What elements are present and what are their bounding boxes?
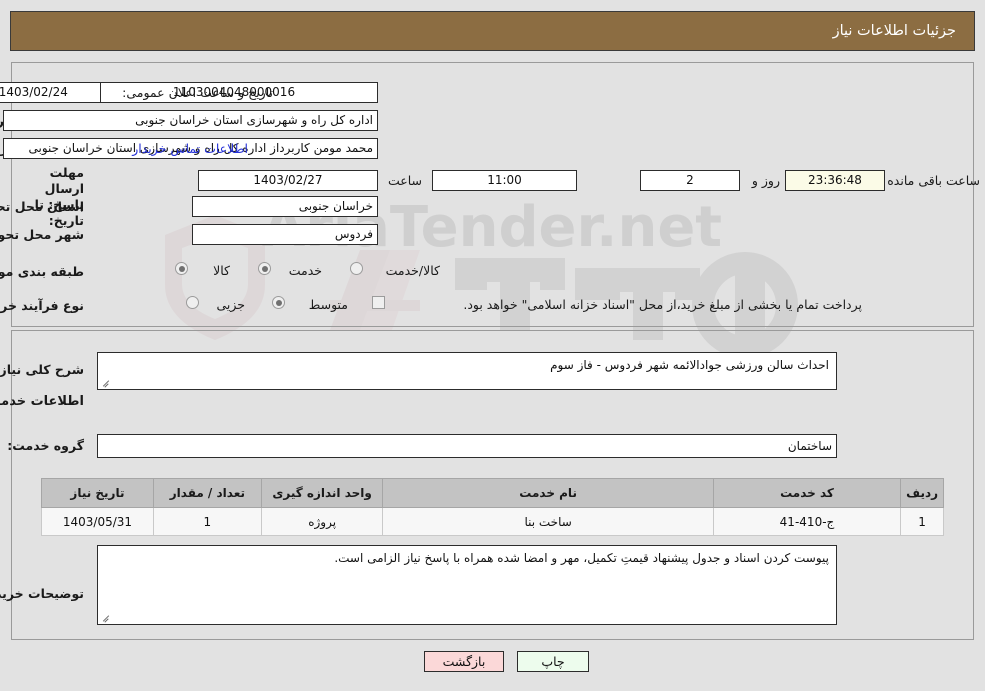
page-title: جزئیات اطلاعات نیاز [832,23,956,39]
radio-category-kala[interactable] [175,262,188,275]
radio-process-motavaset[interactable] [272,296,285,309]
treasury-bond-label: پرداخت تمام یا بخشی از مبلغ خرید،از محل … [463,297,862,312]
cell-unit: پروژه [260,507,384,536]
delivery-province-label: استان محل تحویل: [0,199,84,214]
col-service-name: نام خدمت [382,478,714,508]
service-group-label: گروه خدمت: [7,438,84,453]
treasury-bond-checkbox[interactable] [372,296,385,309]
radio-process-jozee[interactable] [186,296,199,309]
cell-need-date: 1403/05/31 [41,507,154,536]
radio-category-khedmat[interactable] [258,262,271,275]
radio-category-khedmat-label: خدمت [288,263,322,278]
announce-datetime-value: 1403/02/24 - 10:55 [0,82,101,103]
subject-category-label: طبقه بندی موضوعی: [0,264,84,279]
cell-service-name: ساخت بنا [382,507,714,536]
col-need-date: تاریخ نیاز [41,478,154,508]
buyer-notes-label: توضیحات خریدار: [0,586,84,601]
cell-quantity: 1 [152,507,262,536]
cell-row-no: 1 [900,507,944,536]
back-button[interactable]: بازگشت [424,651,504,672]
radio-category-kala-khedmat-label: کالا/خدمت [385,263,440,278]
services-table: ردیف کد خدمت نام خدمت واحد اندازه گیری ت… [41,478,944,536]
deadline-date-value: 1403/02/27 [198,170,378,191]
radio-process-jozee-label: جزیی [216,297,245,312]
summary-text: احداث سالن ورزشی جوادالائمه شهر فردوس - … [550,358,829,372]
buyer-notes-textarea[interactable]: پیوست کردن اسناد و جدول پیشنهاد قیمتِ تک… [97,545,837,625]
resize-grip-icon-notes[interactable] [101,613,111,623]
purchase-process-label: نوع فرآیند خرید : [0,298,84,313]
summary-label: شرح کلی نیاز: [0,362,84,377]
page-header-bar: جزئیات اطلاعات نیاز [10,11,975,51]
announce-datetime-label: تاریخ و ساعت اعلان عمومی: [122,85,273,100]
countdown-value: 23:36:48 [785,170,885,191]
radio-category-kala-label: کالا [213,263,230,278]
services-section-title: اطلاعات خدمات مورد نیاز [0,394,84,409]
radio-category-kala-khedmat[interactable] [350,262,363,275]
delivery-city-value: فردوس [192,224,378,245]
table-header-row: ردیف کد خدمت نام خدمت واحد اندازه گیری ت… [41,478,944,508]
service-group-value: ساختمان [97,434,837,458]
hour-label: ساعت [387,173,422,188]
col-unit: واحد اندازه گیری [260,478,384,508]
delivery-city-label: شهر محل تحویل: [0,227,84,242]
col-row-no: ردیف [900,478,944,508]
countdown-label: ساعت باقی مانده [887,173,980,188]
resize-grip-icon[interactable] [101,378,111,388]
col-quantity: تعداد / مقدار [152,478,262,508]
table-row[interactable]: 1 ج-410-41 ساخت بنا پروژه 1 1403/05/31 [41,507,944,536]
buyer-org-value: اداره کل راه و شهرسازی استان خراسان جنوب… [3,110,378,131]
hour-value: 11:00 [432,170,577,191]
summary-textarea[interactable]: احداث سالن ورزشی جوادالائمه شهر فردوس - … [97,352,837,390]
cell-service-code: ج-410-41 [712,507,902,536]
delivery-province-value: خراسان جنوبی [192,196,378,217]
days-label: روز و [751,173,780,188]
radio-process-motavaset-label: متوسط [308,297,348,312]
buyer-contact-link[interactable]: اطلاعات تماس خریدار [132,141,248,156]
buyer-notes-text: پیوست کردن اسناد و جدول پیشنهاد قیمتِ تک… [334,551,829,565]
days-remaining-value: 2 [640,170,740,191]
col-service-code: کد خدمت [712,478,902,508]
print-button[interactable]: چاپ [517,651,589,672]
deadline-label: مهلت ارسال پاسخ: تا تاریخ: [34,165,84,228]
